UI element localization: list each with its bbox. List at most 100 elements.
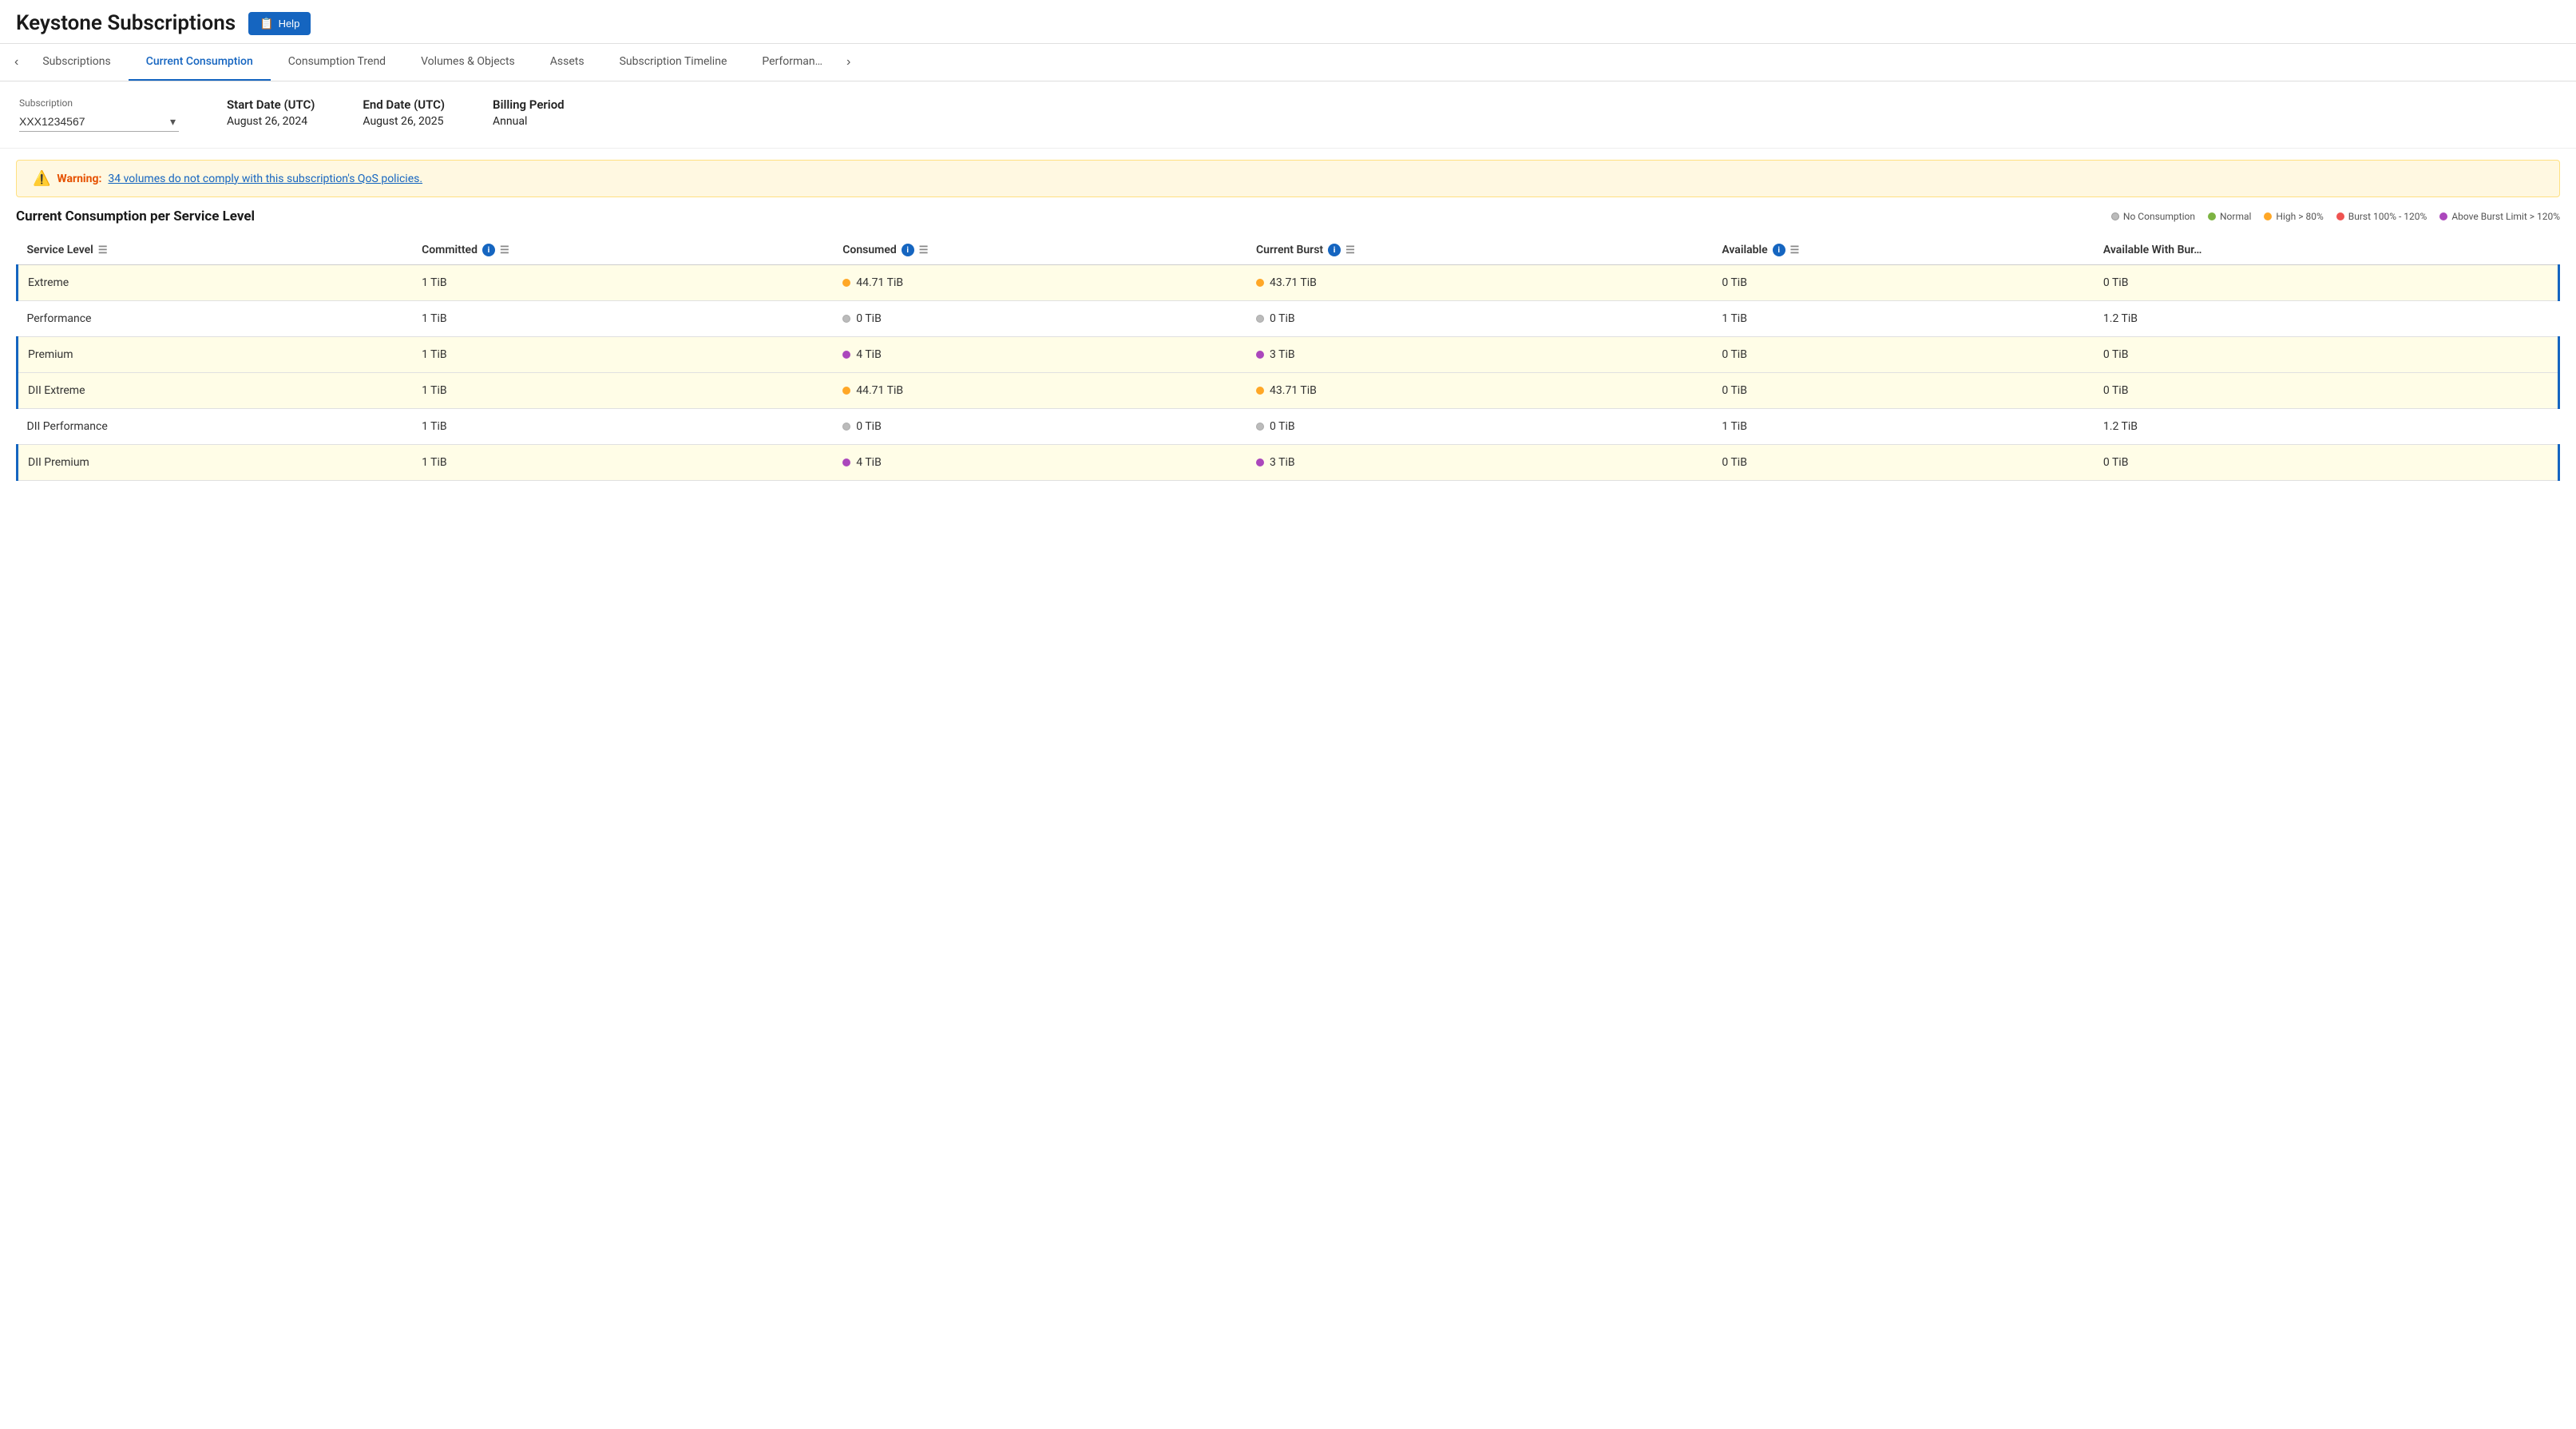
legend-label-burst: Burst 100% - 120%: [2348, 211, 2427, 222]
table-wrapper: Service Level ☰ Committed i ☰ Cons: [16, 236, 2560, 481]
tab-volumes-objects[interactable]: Volumes & Objects: [403, 44, 533, 81]
col-committed: Committed i ☰: [412, 236, 833, 265]
cell-consumed: 0 TiB: [833, 409, 1246, 445]
billing-period-field: Billing Period Annual: [493, 97, 565, 128]
warning-link[interactable]: 34 volumes do not comply with this subsc…: [108, 173, 422, 185]
subscription-field: Subscription XXX1234567 ▾: [19, 97, 179, 132]
billing-period-value: Annual: [493, 115, 565, 128]
current-burst-value: 43.71 TiB: [1270, 276, 1317, 289]
filter-committed-icon[interactable]: ☰: [500, 244, 509, 256]
legend-label-high: High > 80%: [2276, 211, 2323, 222]
consumed-status-dot: [842, 315, 850, 323]
start-date-field: Start Date (UTC) August 26, 2024: [227, 97, 315, 128]
cell-available: 0 TiB: [1712, 265, 2094, 301]
cell-consumed: 4 TiB: [833, 337, 1246, 373]
table-row: Extreme 1 TiB 44.71 TiB 43.71 TiB 0 TiB …: [18, 265, 2559, 301]
start-date-label: Start Date (UTC): [227, 97, 315, 112]
end-date-value: August 26, 2025: [363, 115, 445, 128]
cell-available-with-burst: 0 TiB: [2094, 373, 2559, 409]
tab-subscription-timeline[interactable]: Subscription Timeline: [602, 44, 745, 81]
cell-consumed: 44.71 TiB: [833, 265, 1246, 301]
cell-available: 1 TiB: [1712, 409, 2094, 445]
col-consumed: Consumed i ☰: [833, 236, 1246, 265]
info-consumed-icon[interactable]: i: [902, 244, 914, 256]
info-current-burst-icon[interactable]: i: [1328, 244, 1341, 256]
legend-dot-high: [2264, 212, 2272, 220]
consumed-value: 44.71 TiB: [856, 276, 903, 289]
consumed-value: 44.71 TiB: [856, 384, 903, 397]
cell-current-burst: 0 TiB: [1246, 409, 1712, 445]
warning-label: Warning:: [57, 173, 101, 185]
consumed-status-dot: [842, 387, 850, 395]
filter-service-level-icon[interactable]: ☰: [98, 244, 108, 256]
tab-subscriptions[interactable]: Subscriptions: [25, 44, 128, 81]
cell-service-level: Performance: [18, 301, 413, 337]
page-title: Keystone Subscriptions: [16, 11, 236, 35]
legend-label-normal: Normal: [2220, 211, 2251, 222]
filter-available-icon[interactable]: ☰: [1790, 244, 1800, 256]
cell-committed: 1 TiB: [412, 445, 833, 481]
legend-dot-normal: [2208, 212, 2216, 220]
current-burst-status-dot: [1256, 387, 1264, 395]
tab-assets[interactable]: Assets: [533, 44, 602, 81]
consumed-status-dot: [842, 423, 850, 431]
subscription-label: Subscription: [19, 97, 179, 109]
cell-available-with-burst: 1.2 TiB: [2094, 409, 2559, 445]
legend-dot-burst: [2336, 212, 2344, 220]
cell-current-burst: 3 TiB: [1246, 337, 1712, 373]
nav-right-arrow[interactable]: ›: [840, 46, 857, 79]
col-current-burst: Current Burst i ☰: [1246, 236, 1712, 265]
table-row: DII Performance 1 TiB 0 TiB 0 TiB 1 TiB …: [18, 409, 2559, 445]
warning-icon: ⚠️: [33, 170, 50, 187]
info-available-icon[interactable]: i: [1773, 244, 1785, 256]
cell-service-level: DII Performance: [18, 409, 413, 445]
cell-available-with-burst: 0 TiB: [2094, 337, 2559, 373]
table-header: Service Level ☰ Committed i ☰ Cons: [18, 236, 2559, 265]
consumed-status-dot: [842, 458, 850, 466]
cell-available-with-burst: 0 TiB: [2094, 445, 2559, 481]
tab-consumption-trend[interactable]: Consumption Trend: [271, 44, 403, 81]
help-button[interactable]: 📋 Help: [248, 12, 311, 35]
cell-current-burst: 43.71 TiB: [1246, 265, 1712, 301]
col-available-with-burst: Available With Bur…: [2094, 236, 2559, 265]
legend-burst: Burst 100% - 120%: [2336, 211, 2427, 222]
cell-service-level: Extreme: [18, 265, 413, 301]
subscription-select[interactable]: XXX1234567: [19, 112, 179, 132]
current-burst-value: 3 TiB: [1270, 348, 1295, 361]
cell-service-level: DII Extreme: [18, 373, 413, 409]
consumed-value: 0 TiB: [856, 312, 882, 325]
col-service-level: Service Level ☰: [18, 236, 413, 265]
cell-available: 0 TiB: [1712, 445, 2094, 481]
end-date-label: End Date (UTC): [363, 97, 445, 112]
legend: No Consumption Normal High > 80% Burst 1…: [2111, 211, 2560, 222]
help-icon: 📋: [260, 17, 273, 30]
current-burst-status-dot: [1256, 351, 1264, 359]
info-committed-icon[interactable]: i: [482, 244, 495, 256]
cell-committed: 1 TiB: [412, 409, 833, 445]
legend-normal: Normal: [2208, 211, 2251, 222]
table-header-row: Current Consumption per Service Level No…: [16, 208, 2560, 224]
current-burst-status-dot: [1256, 315, 1264, 323]
current-burst-value: 43.71 TiB: [1270, 384, 1317, 397]
filter-consumed-icon[interactable]: ☰: [919, 244, 929, 256]
consumed-value: 0 TiB: [856, 420, 882, 433]
cell-available: 0 TiB: [1712, 337, 2094, 373]
warning-banner: ⚠️ Warning: 34 volumes do not comply wit…: [16, 160, 2560, 197]
table-section-title: Current Consumption per Service Level: [16, 208, 255, 224]
legend-dot-no-consumption: [2111, 212, 2119, 220]
current-burst-value: 0 TiB: [1270, 420, 1295, 433]
cell-committed: 1 TiB: [412, 337, 833, 373]
legend-above-burst: Above Burst Limit > 120%: [2439, 211, 2560, 222]
filter-current-burst-icon[interactable]: ☰: [1345, 244, 1355, 256]
nav-left-arrow[interactable]: ‹: [8, 46, 25, 79]
tab-current-consumption[interactable]: Current Consumption: [129, 44, 271, 81]
consumed-status-dot: [842, 279, 850, 287]
cell-committed: 1 TiB: [412, 301, 833, 337]
legend-no-consumption: No Consumption: [2111, 211, 2195, 222]
cell-current-burst: 3 TiB: [1246, 445, 1712, 481]
data-table: Service Level ☰ Committed i ☰ Cons: [16, 236, 2560, 481]
tab-performance[interactable]: Performan…: [744, 44, 840, 81]
cell-consumed: 44.71 TiB: [833, 373, 1246, 409]
cell-service-level: DII Premium: [18, 445, 413, 481]
current-burst-value: 0 TiB: [1270, 312, 1295, 325]
